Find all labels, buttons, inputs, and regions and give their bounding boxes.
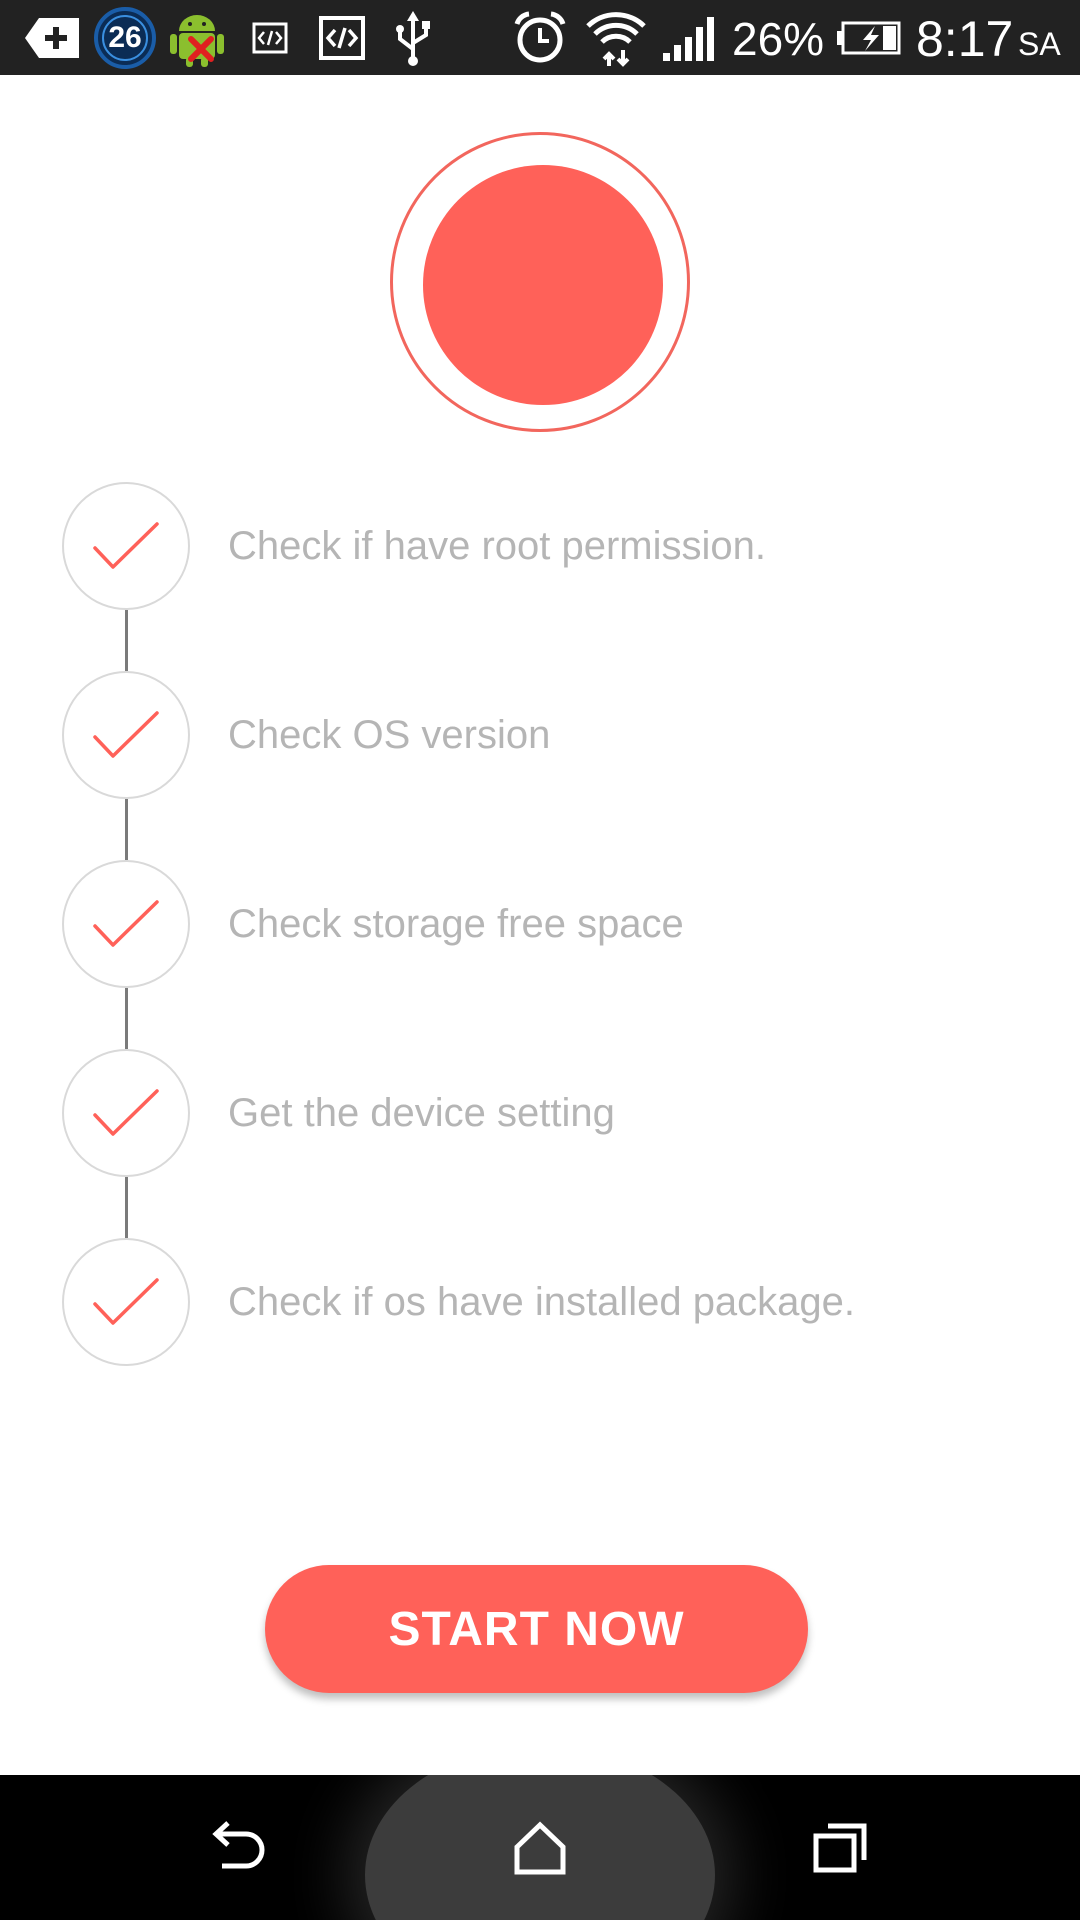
count-badge-icon: 26 <box>92 0 158 75</box>
check-icon <box>93 900 159 947</box>
step-label: Check OS version <box>228 713 551 757</box>
check-circle <box>62 1238 190 1366</box>
step-label: Check storage free space <box>228 902 684 946</box>
notification-count: 26 <box>108 21 142 54</box>
battery-charging-icon <box>834 0 902 75</box>
android-error-icon <box>166 0 228 75</box>
start-now-button[interactable]: START NOW <box>265 1565 808 1693</box>
connector-line <box>125 988 128 1049</box>
alarm-icon <box>512 0 568 75</box>
navigation-bar <box>0 1775 1080 1920</box>
back-button[interactable] <box>180 1775 300 1920</box>
recent-apps-icon <box>813 1823 867 1872</box>
status-bar: 26 26% 8:17 SA <box>0 0 1080 75</box>
main-content: Check if have root permission. Check OS … <box>0 75 1080 1775</box>
check-circle <box>62 860 190 988</box>
recent-apps-button[interactable] <box>780 1775 900 1920</box>
list-item: Check storage free space <box>62 860 1042 988</box>
clock-time: 8:17 <box>916 11 1014 67</box>
list-item: Get the device setting <box>62 1049 1042 1177</box>
list-item: Check OS version <box>62 671 1042 799</box>
step-label: Check if have root permission. <box>228 524 767 568</box>
code-small-icon <box>250 0 290 75</box>
code-icon <box>316 0 368 75</box>
battery-percent: 26% <box>732 13 825 65</box>
home-icon <box>514 1821 566 1874</box>
back-icon <box>212 1820 265 1868</box>
wifi-icon <box>584 0 648 75</box>
check-icon <box>93 711 159 758</box>
clock-suffix: SA <box>1018 26 1061 62</box>
home-button[interactable] <box>480 1775 600 1920</box>
connector-line <box>125 1177 128 1238</box>
check-icon <box>93 522 159 569</box>
check-icon <box>93 1278 159 1325</box>
check-circle <box>62 1049 190 1177</box>
connector-line <box>125 610 128 671</box>
step-label: Get the device setting <box>228 1091 615 1135</box>
list-item: Check if have root permission. <box>62 482 1042 610</box>
connector-line <box>125 799 128 860</box>
add-notification-icon <box>22 0 82 75</box>
signal-icon <box>660 0 722 75</box>
list-item: Check if os have installed package. <box>62 1238 1042 1366</box>
checklist: Check if have root permission. Check OS … <box>0 75 1080 1775</box>
check-circle <box>62 482 190 610</box>
step-label: Check if os have installed package. <box>228 1280 856 1324</box>
check-circle <box>62 671 190 799</box>
usb-icon <box>390 0 436 75</box>
check-icon <box>93 1089 159 1136</box>
